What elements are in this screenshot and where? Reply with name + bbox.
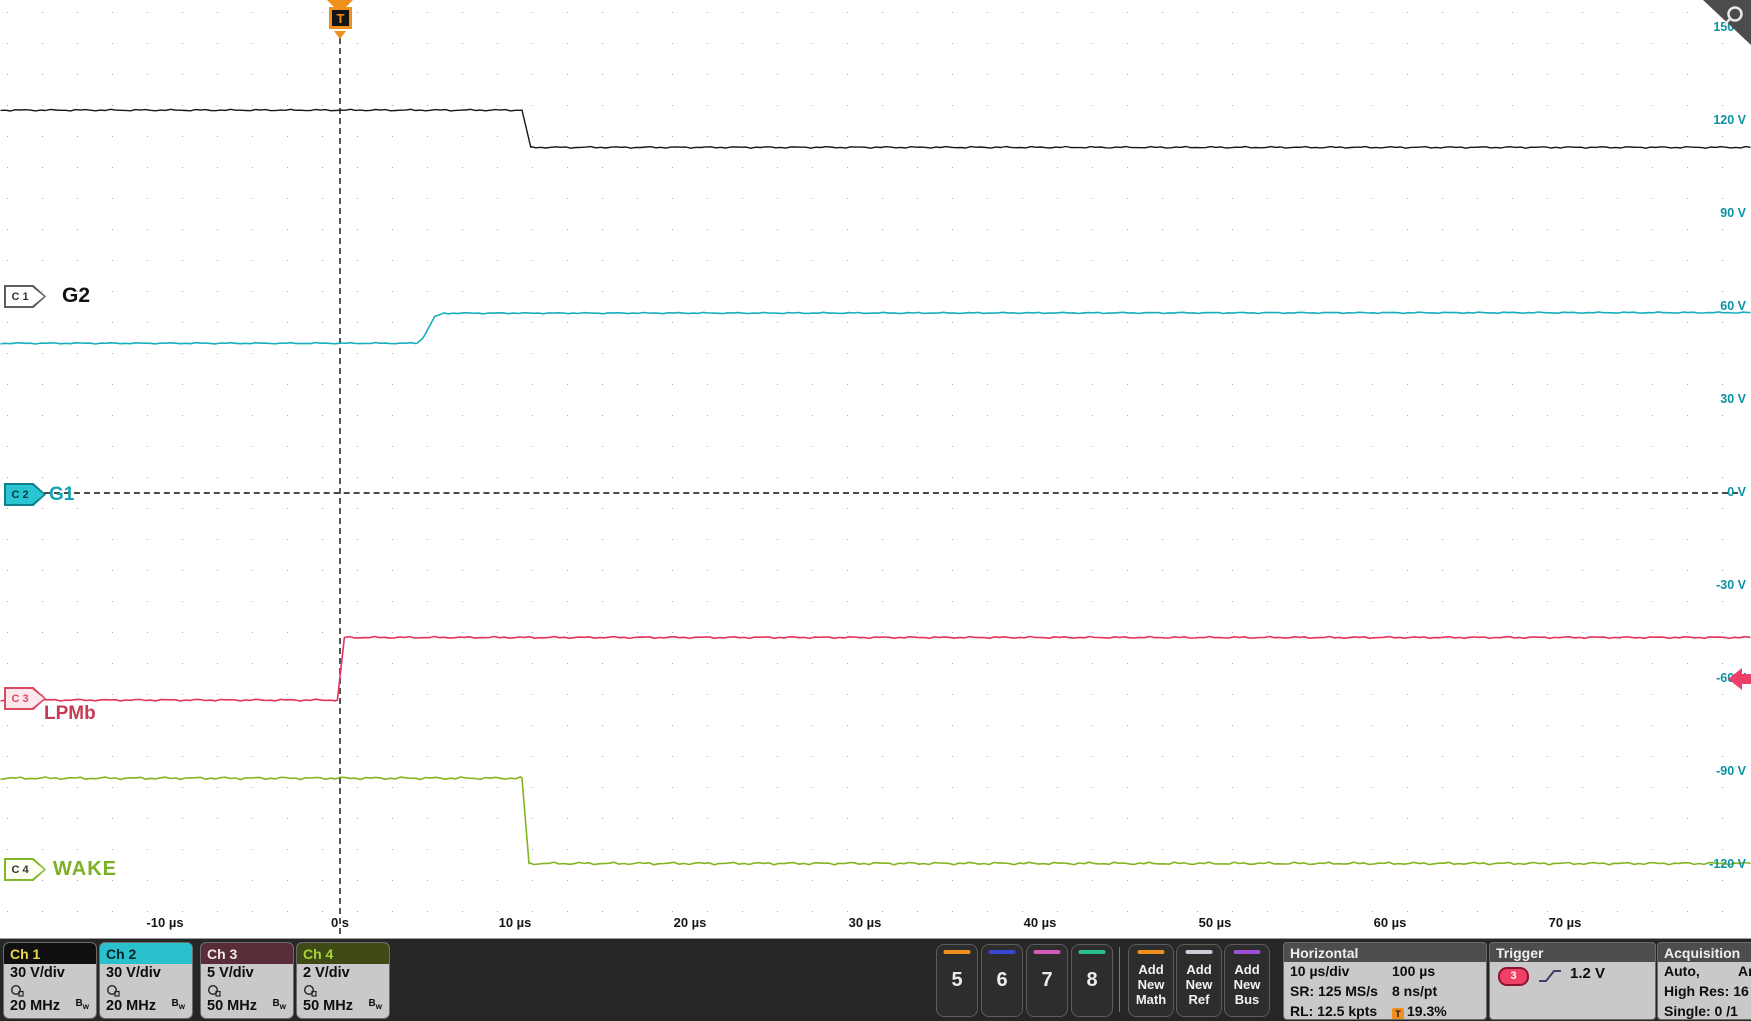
trigger-position-dashed-line: [339, 38, 341, 934]
rising-edge-icon: [1539, 970, 1561, 982]
channel-2-position-badge[interactable]: C 2: [4, 483, 46, 506]
bandwidth-limit-badge: Bw: [368, 998, 382, 1011]
time-tick-label: 10 µs: [498, 915, 532, 930]
horizontal-row-3: RL: 12.5 kpts T 19.3%: [1290, 1003, 1447, 1019]
voltage-tick-label: -120 V: [1709, 857, 1746, 871]
channel-3-card[interactable]: Ch 3 5 V/div 50 MHz Bw: [200, 942, 294, 1019]
horizontal-panel-title: Horizontal: [1284, 943, 1486, 962]
add-new-bus-button[interactable]: Add New Bus: [1224, 944, 1270, 1017]
voltage-tick-label: -30 V: [1716, 578, 1746, 592]
probe-icon: [297, 984, 389, 998]
channel-2-badge-label: C 2: [11, 488, 29, 501]
channel-2-card[interactable]: Ch 2 30 V/div 20 MHz Bw: [99, 942, 193, 1019]
probe-icon: [201, 984, 293, 998]
trigger-level-arrow[interactable]: [1728, 667, 1751, 691]
bandwidth-limit-badge: Bw: [171, 998, 185, 1011]
voltage-tick-label: 90 V: [1720, 206, 1746, 220]
channel-1-bandwidth: 20 MHz Bw: [10, 998, 89, 1014]
channel-1-badge-label: C 1: [11, 290, 29, 303]
probe-icon: [100, 984, 192, 998]
probe-icon: [4, 984, 96, 998]
time-tick-label: 20 µs: [673, 915, 707, 930]
horizontal-row-2: SR: 125 MS/s 8 ns/pt: [1290, 983, 1438, 999]
time-tick-label: -10 µs: [146, 915, 184, 930]
horizontal-row-1: 10 µs/div 100 µs: [1290, 963, 1436, 979]
channel-4-scale: 2 V/div: [303, 965, 350, 981]
channel-5-button[interactable]: 5: [936, 944, 978, 1017]
channel-1-trace-label: G2: [62, 284, 91, 307]
channel-3-badge-label: C 3: [11, 692, 29, 705]
acquisition-panel-title: Acquisition: [1658, 943, 1751, 962]
time-tick-label: 70 µs: [1548, 915, 1582, 930]
channel-4-card-title: Ch 4: [297, 943, 389, 964]
acquisition-row-2: High Res: 16 b: [1664, 983, 1751, 999]
channel-1-scale: 30 V/div: [10, 965, 65, 981]
channel-2-bandwidth: 20 MHz Bw: [106, 998, 185, 1014]
channel-3-card-title: Ch 3: [201, 943, 293, 964]
time-tick-label: 0 s: [330, 915, 350, 930]
trigger-panel[interactable]: Trigger 3 1.2 V: [1489, 942, 1656, 1020]
trigger-source-badge: 3: [1498, 967, 1529, 986]
voltage-tick-label: 60 V: [1720, 299, 1746, 313]
voltage-tick-label: 120 V: [1713, 113, 1746, 127]
trigger-position-marker[interactable]: T: [325, 0, 355, 42]
waveform-plot-area[interactable]: 150 V120 V90 V60 V30 V0 V-30 V-60 V-90 V…: [0, 0, 1751, 938]
channel-2-trace-label: G1: [49, 484, 75, 505]
trigger-level-value: 1.2 V: [1570, 965, 1606, 982]
trigger-panel-title: Trigger: [1490, 943, 1655, 962]
channel-3-trace-label: LPMb: [44, 703, 96, 724]
acquisition-panel[interactable]: Acquisition Auto,Ar High Res: 16 b Singl…: [1657, 942, 1751, 1020]
horizontal-panel[interactable]: Horizontal 10 µs/div 100 µs SR: 125 MS/s 8…: [1283, 942, 1487, 1020]
bandwidth-limit-badge: Bw: [75, 998, 89, 1011]
channel-4-position-badge[interactable]: C 4: [4, 858, 46, 881]
channel-7-button[interactable]: 7: [1026, 944, 1068, 1017]
zero-volt-dashed-line: [44, 492, 1738, 494]
channel-4-trace-label: WAKE: [53, 858, 117, 880]
channel-1-card-title: Ch 1: [4, 943, 96, 964]
trigger-marker-small-arrow: [334, 31, 346, 39]
button-group-divider: [1119, 947, 1120, 1012]
acquisition-row-1: Auto,Ar: [1664, 963, 1751, 979]
channel-3-bandwidth: 50 MHz Bw: [207, 998, 286, 1014]
time-tick-label: 50 µs: [1198, 915, 1232, 930]
trace-WAKE: [0, 776, 1751, 866]
channel-1-position-badge[interactable]: C 1: [4, 285, 46, 308]
channel-3-position-badge[interactable]: C 3: [4, 687, 46, 710]
channel-8-button[interactable]: 8: [1071, 944, 1113, 1017]
trigger-marker-t-box: T: [329, 7, 352, 29]
corner-zoom-button[interactable]: [1701, 0, 1751, 45]
oscilloscope-screen: 150 V120 V90 V60 V30 V0 V-30 V-60 V-90 V…: [0, 0, 1751, 1021]
bottom-control-bar: Ch 1 30 V/div 20 MHz Bw Ch 2 30 V/div 20 …: [0, 938, 1751, 1021]
time-tick-label: 40 µs: [1023, 915, 1057, 930]
time-tick-label: 30 µs: [848, 915, 882, 930]
time-tick-label: 60 µs: [1373, 915, 1407, 930]
add-new-ref-button[interactable]: Add New Ref: [1176, 944, 1222, 1017]
waveform-traces: [0, 108, 1751, 866]
channel-4-card[interactable]: Ch 4 2 V/div 50 MHz Bw: [296, 942, 390, 1019]
channel-3-scale: 5 V/div: [207, 965, 254, 981]
channel-4-badge-label: C 4: [11, 863, 29, 876]
channel-2-card-title: Ch 2: [100, 943, 192, 964]
channel-2-scale: 30 V/div: [106, 965, 161, 981]
trace-G1: [0, 311, 1751, 345]
add-new-math-button[interactable]: Add New Math: [1128, 944, 1174, 1017]
voltage-tick-label: 30 V: [1720, 392, 1746, 406]
bandwidth-limit-badge: Bw: [272, 998, 286, 1011]
trigger-t-mini-icon: T: [1392, 1008, 1404, 1019]
trace-G2: [0, 108, 1751, 149]
voltage-tick-label: -90 V: [1716, 764, 1746, 778]
channel-1-card[interactable]: Ch 1 30 V/div 20 MHz Bw: [3, 942, 97, 1019]
trace-LPMb: [0, 635, 1751, 702]
voltage-tick-label: 0 V: [1727, 485, 1746, 499]
channel-4-bandwidth: 50 MHz Bw: [303, 998, 382, 1014]
channel-6-button[interactable]: 6: [981, 944, 1023, 1017]
acquisition-row-3: Single: 0 /1: [1664, 1003, 1738, 1019]
